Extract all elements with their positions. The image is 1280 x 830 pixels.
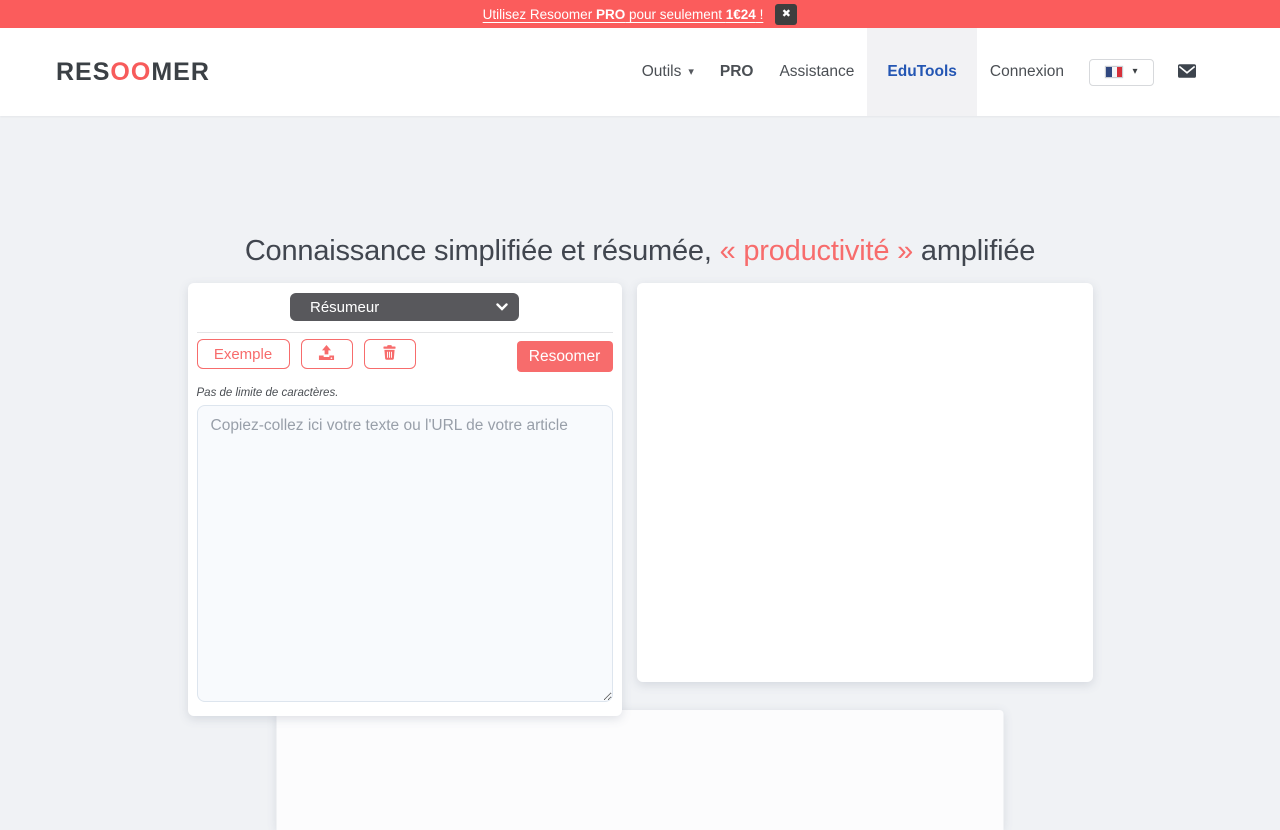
nav-item-assistance[interactable]: Assistance <box>779 63 854 81</box>
input-panel: Résumeur Exemple <box>188 283 622 716</box>
page-title-highlight: « productivité » <box>720 235 913 267</box>
nav-item-label: PRO <box>720 63 754 81</box>
france-flag-icon <box>1105 66 1123 78</box>
chevron-down-icon: ▾ <box>1132 67 1137 77</box>
nav-item-outils[interactable]: Outils ▾ <box>642 63 694 81</box>
logo-text: MER <box>151 58 210 86</box>
page-title: Connaissance simplifiée et résumée, « pr… <box>0 235 1280 268</box>
promo-text-segment: PRO <box>596 7 625 22</box>
nav-item-label: Connexion <box>990 63 1064 81</box>
promo-banner: Utilisez Resoomer PRO pour seulement 1€2… <box>0 0 1280 28</box>
close-icon: ✖ <box>782 4 791 25</box>
logo-text: OO <box>110 58 151 86</box>
page-title-text: amplifiée <box>913 235 1035 267</box>
main-content: Résumeur Exemple <box>188 283 1093 716</box>
language-selector[interactable]: ▾ <box>1089 59 1154 86</box>
nav-item-label: Outils <box>642 63 682 81</box>
result-panel <box>637 283 1093 682</box>
nav-item-edutools[interactable]: EduTools <box>867 28 976 116</box>
upload-button[interactable] <box>301 339 353 369</box>
promo-text-segment: Utilisez Resoomer <box>483 7 596 22</box>
trash-icon <box>383 345 396 364</box>
lower-section-card <box>277 710 1004 830</box>
clear-trash-button[interactable] <box>364 339 416 369</box>
chevron-down-icon <box>496 303 508 311</box>
example-button-label: Exemple <box>214 346 272 363</box>
input-toolbar: Exemple <box>197 339 613 372</box>
submit-button-label: Resoomer <box>529 348 601 365</box>
chevron-down-icon: ▾ <box>688 67 694 78</box>
character-limit-hint: Pas de limite de caractères. <box>197 387 613 399</box>
promo-text-segment: 1€24 <box>726 7 756 22</box>
upload-icon <box>318 344 335 365</box>
nav-item-connexion[interactable]: Connexion <box>990 63 1064 81</box>
logo-text: RES <box>56 58 110 86</box>
contact-mail-button[interactable] <box>1178 64 1196 81</box>
promo-text-segment: pour seulement <box>625 7 726 22</box>
mode-select-value: Résumeur <box>290 299 379 316</box>
nav-item-label: EduTools <box>887 63 956 81</box>
nav-menu: Outils ▾ PRO Assistance EduTools Connexi… <box>629 28 1196 116</box>
mode-select[interactable]: Résumeur <box>290 293 519 321</box>
source-text-input[interactable] <box>197 405 613 702</box>
promo-text-segment: ! <box>756 7 764 22</box>
nav-item-pro[interactable]: PRO <box>720 63 754 81</box>
nav-item-label: Assistance <box>779 63 854 81</box>
resoomer-logo[interactable]: RESOOMER <box>56 58 210 87</box>
envelope-icon <box>1178 64 1196 81</box>
resoomer-submit-button[interactable]: Resoomer <box>517 341 613 372</box>
navbar: RESOOMER Outils ▾ PRO Assistance EduTool… <box>0 28 1280 116</box>
example-button[interactable]: Exemple <box>197 339 290 369</box>
divider <box>197 332 613 333</box>
banner-close-button[interactable]: ✖ <box>775 4 797 25</box>
promo-link[interactable]: Utilisez Resoomer PRO pour seulement 1€2… <box>483 7 764 22</box>
page-title-text: Connaissance simplifiée et résumée, <box>245 235 720 267</box>
